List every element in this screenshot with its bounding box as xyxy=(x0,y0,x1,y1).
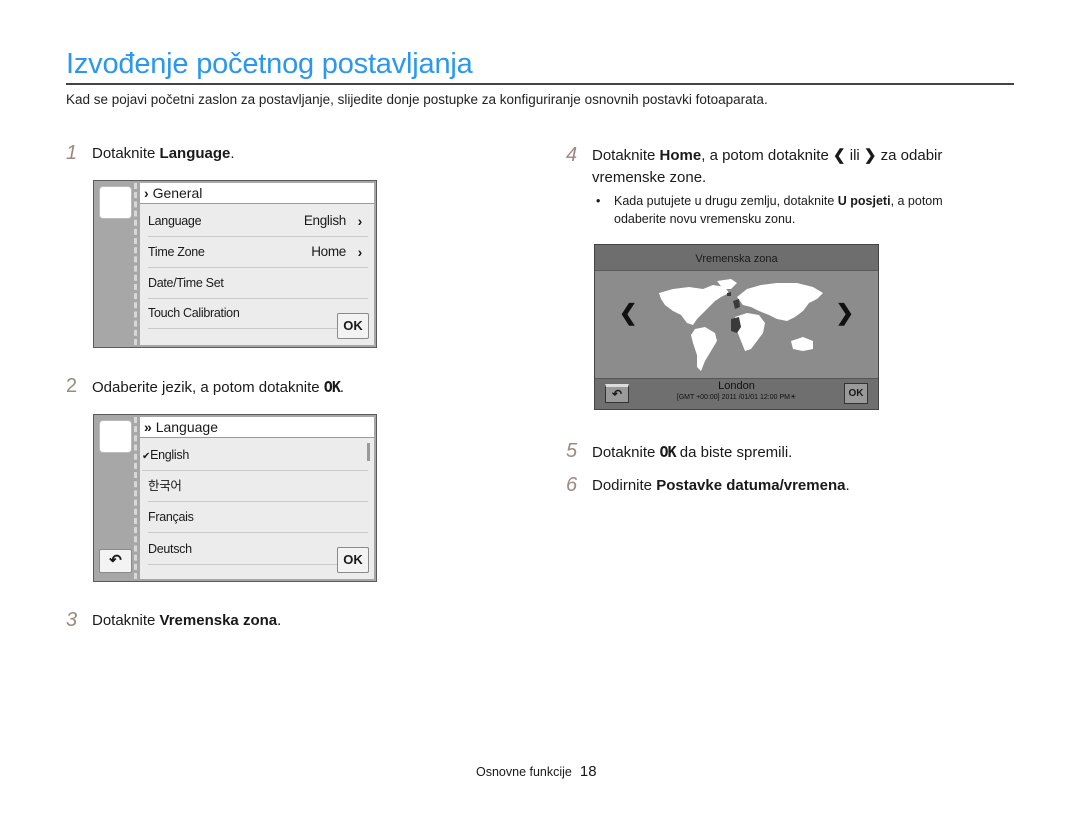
language-option-german[interactable]: Deutsch xyxy=(148,534,368,565)
step-number: 2 xyxy=(66,375,78,397)
step-number: 6 xyxy=(566,474,578,496)
step-text: Dotaknite OK da biste spremili. xyxy=(592,443,793,461)
step-text: Dodirnite Postavke datuma/vremena. xyxy=(592,477,850,494)
step-number: 5 xyxy=(566,440,578,462)
back-arrow-icon: ↶ xyxy=(109,552,122,569)
screen-header: Vremenska zona xyxy=(595,245,878,271)
chevron-right-icon: › xyxy=(144,185,149,201)
camera-screen-general: › General Language English › Time Zone H… xyxy=(93,180,377,348)
double-chevron-icon: » xyxy=(144,419,152,435)
ui-term: Vremenska zona xyxy=(159,612,278,629)
world-map[interactable] xyxy=(651,275,826,375)
ok-icon: OK xyxy=(323,378,341,396)
menu-row-time-zone[interactable]: Time Zone Home › xyxy=(148,237,368,268)
time-info: [GMT +00:00] 2011 /01/01 12:00 PM☀ xyxy=(676,394,797,401)
title-divider xyxy=(66,83,1014,85)
bullet-icon: • xyxy=(596,194,601,208)
chevron-right-icon: ❯ xyxy=(863,147,877,164)
chevron-right-icon: › xyxy=(357,213,363,229)
settings-panel: › General Language English › Time Zone H… xyxy=(140,183,374,345)
language-panel: » Language ✔English 한국어 Français Deutsch… xyxy=(140,417,374,579)
screen-footer: ↶ London [GMT +00:00] 2011 /01/01 12:00 … xyxy=(595,378,878,409)
dst-sun-icon: ☀ xyxy=(789,394,797,401)
back-button[interactable]: ↶ xyxy=(99,549,132,573)
panel-header: » Language xyxy=(140,417,374,438)
chevron-right-icon[interactable]: ❯ xyxy=(836,300,854,326)
continent-south-america xyxy=(691,327,717,371)
panel-header: › General xyxy=(140,183,374,204)
step-number: 4 xyxy=(566,144,578,166)
menu-row-touch-calibration[interactable]: Touch Calibration xyxy=(148,298,368,329)
menu-row-date-time-set[interactable]: Date/Time Set xyxy=(148,268,368,299)
continent-australia xyxy=(791,337,813,351)
page-footer: Osnovne funkcije 18 xyxy=(476,763,597,780)
chevron-left-icon[interactable]: ❮ xyxy=(619,300,637,326)
mode-tile xyxy=(99,186,132,219)
mode-tile xyxy=(99,420,132,453)
page-number: 18 xyxy=(579,763,597,780)
scrollbar[interactable] xyxy=(367,443,370,461)
divider xyxy=(134,183,137,345)
step-text: Dotaknite Vremenska zona. xyxy=(92,612,282,629)
city-name: London xyxy=(718,380,755,392)
ui-term: U posjeti xyxy=(837,194,891,208)
selected-time-zone-uk xyxy=(733,299,740,309)
divider xyxy=(134,417,137,579)
camera-screen-language: » Language ✔English 한국어 Français Deutsch… xyxy=(93,414,377,582)
ui-term: Postavke datuma/vremena xyxy=(656,477,846,494)
continent-africa xyxy=(735,313,765,351)
language-option-korean[interactable]: 한국어 xyxy=(148,471,368,502)
camera-screen-time-zone: Vremenska zona ❮ ❯ ↶ London [GMT +00:00]… xyxy=(594,244,879,410)
step-text: Dotaknite Home, a potom dotaknite ❮ ili … xyxy=(592,147,943,186)
ok-button[interactable]: OK xyxy=(337,313,369,339)
step-number: 3 xyxy=(66,609,78,631)
check-icon: ✔ xyxy=(142,451,151,462)
page-title: Izvođenje početnog postavljanja xyxy=(66,48,473,80)
ok-icon: OK xyxy=(659,443,677,461)
section-name: Osnovne funkcije xyxy=(476,765,572,779)
chevron-left-icon: ❮ xyxy=(832,147,846,164)
step-text: Dotaknite Language. xyxy=(92,145,235,162)
chevron-right-icon: › xyxy=(357,244,363,260)
language-option-french[interactable]: Français xyxy=(148,502,368,533)
ok-button[interactable]: OK xyxy=(844,383,868,404)
menu-row-language[interactable]: Language English › xyxy=(148,206,368,237)
step-text: Odaberite jezik, a potom dotaknite OK. xyxy=(92,378,345,396)
intro-text: Kad se pojavi početni zaslon za postavlj… xyxy=(66,92,768,107)
ui-term: Language xyxy=(159,145,231,162)
step-number: 1 xyxy=(66,142,78,164)
ui-term: Home xyxy=(659,147,702,164)
language-option-english[interactable]: ✔English xyxy=(142,440,368,471)
ok-button[interactable]: OK xyxy=(337,547,369,573)
continent-north-america xyxy=(659,285,729,325)
